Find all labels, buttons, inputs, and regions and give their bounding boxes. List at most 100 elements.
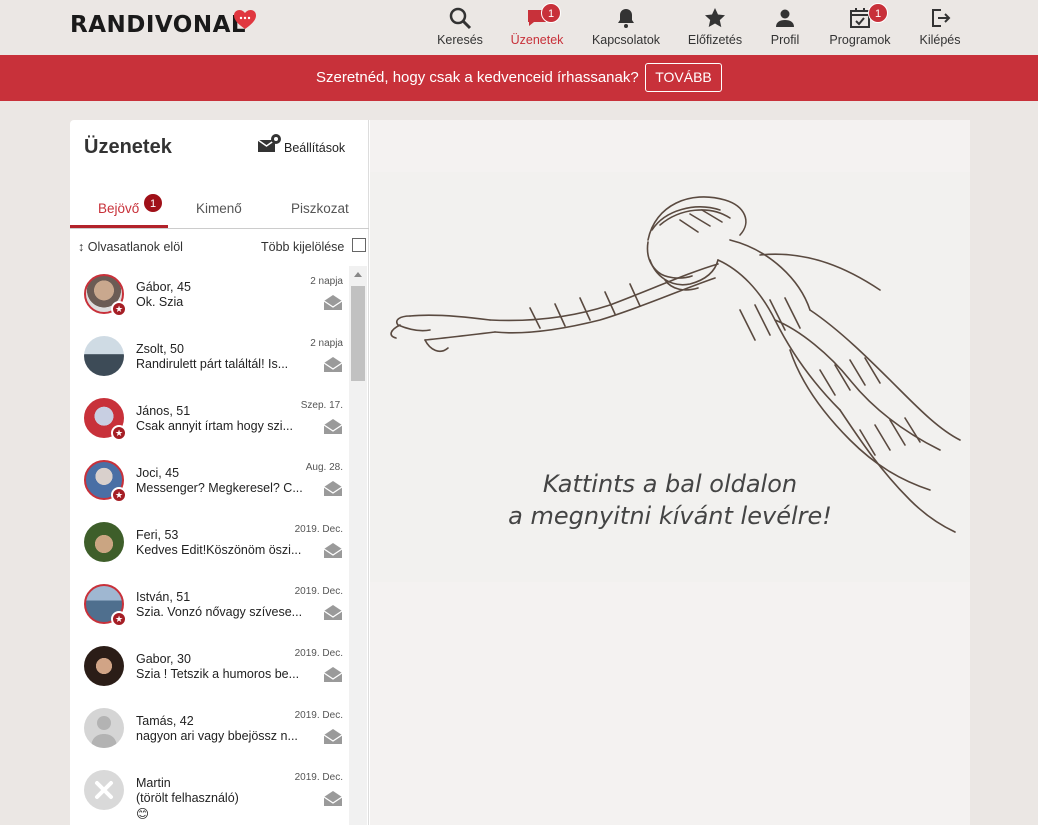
sender-name: Tamás, 42 xyxy=(136,714,194,728)
sender-name: János, 51 xyxy=(136,404,191,418)
list-item[interactable]: Tamás, 42 nagyon ari vagy bbejössz n... … xyxy=(70,700,348,762)
message-snippet: nagyon ari vagy bbejössz n... xyxy=(136,729,298,743)
avatar xyxy=(84,336,124,376)
programs-badge: 1 xyxy=(868,3,888,23)
message-date: Aug. 28. xyxy=(305,462,343,473)
message-snippet: Messenger? Megkeresel? C... xyxy=(136,481,303,495)
scroll-up-icon[interactable] xyxy=(354,272,362,277)
envelope-open-icon xyxy=(323,667,343,682)
envelope-open-icon xyxy=(323,357,343,372)
list-item[interactable]: Zsolt, 50 Randirulett párt találtál! Is.… xyxy=(70,328,348,390)
envelope-open-icon xyxy=(323,543,343,558)
bell-icon xyxy=(618,9,634,28)
premium-star-icon: ★ xyxy=(111,611,127,627)
promo-continue-button[interactable]: TOVÁBB xyxy=(645,63,722,92)
sort-arrows-icon: ↕ xyxy=(78,240,85,254)
deleted-user-icon xyxy=(95,781,113,799)
default-user-icon xyxy=(91,716,117,748)
empty-state-line1: Kattints a bal oldalon xyxy=(542,470,798,498)
list-item[interactable]: ★ Joci, 45 Messenger? Megkeresel? C... A… xyxy=(70,452,348,514)
tab-drafts[interactable]: Piszkozat xyxy=(291,201,349,216)
sender-name: Martin xyxy=(136,776,171,790)
promo-banner: Szeretnéd, hogy csak a kedvenceid írhass… xyxy=(0,55,1038,101)
sort-toggle[interactable]: ↕ Olvasatlanok elöl xyxy=(78,240,183,254)
envelope-open-icon xyxy=(323,605,343,620)
premium-star-icon: ★ xyxy=(111,301,127,317)
envelope-open-icon xyxy=(323,419,343,434)
search-icon xyxy=(449,7,472,30)
message-date: 2019. Dec. xyxy=(294,710,343,721)
nav-search[interactable]: Keresés xyxy=(433,0,487,55)
sender-name: Zsolt, 50 xyxy=(136,342,184,356)
message-snippet: Csak annyit írtam hogy szi... xyxy=(136,419,294,433)
nav-logout[interactable]: Kilépés xyxy=(915,0,965,55)
message-date: Szep. 17. xyxy=(300,400,343,411)
tab-inbox[interactable]: Bejövő xyxy=(98,201,139,216)
message-snippet: Ok. Szia xyxy=(136,295,184,309)
sender-name: Joci, 45 xyxy=(136,466,180,480)
avatar xyxy=(84,708,124,748)
envelope-open-icon xyxy=(323,729,343,744)
message-list: ★ Gábor, 45 Ok. Szia 2 napja Zsolt, 50 R… xyxy=(70,266,348,825)
heart-logo-icon xyxy=(234,10,256,29)
nav-label: Keresés xyxy=(437,33,483,47)
message-snippet: Szia ! Tetszik a humoros be... xyxy=(136,667,300,681)
message-snippet: Kedves Edit!Köszönöm öszi... xyxy=(136,543,302,557)
avatar xyxy=(84,646,124,686)
nav-label: Kapcsolatok xyxy=(591,33,661,47)
active-tab-indicator xyxy=(70,225,168,228)
nav-contacts[interactable]: Kapcsolatok xyxy=(588,0,664,55)
list-item[interactable]: ★ Gábor, 45 Ok. Szia 2 napja xyxy=(70,266,348,328)
top-bar: RANDIVONAL Keresés 1 Üzenetek Kapcsolato… xyxy=(0,0,1038,55)
star-icon xyxy=(705,8,725,28)
nav-programs[interactable]: 1 Programok xyxy=(826,0,894,55)
list-scrollbar[interactable] xyxy=(349,266,367,825)
premium-star-icon: ★ xyxy=(111,487,127,503)
envelope-open-icon xyxy=(323,481,343,496)
nav-label: Profil xyxy=(770,33,800,47)
list-item[interactable]: Gabor, 30 Szia ! Tetszik a humoros be...… xyxy=(70,638,348,700)
nav-label: Programok xyxy=(829,33,891,47)
sender-name: Gábor, 45 xyxy=(136,280,191,294)
message-date: 2019. Dec. xyxy=(294,524,343,535)
user-icon xyxy=(776,9,794,27)
nav-messages[interactable]: 1 Üzenetek xyxy=(505,0,569,55)
list-item[interactable]: Feri, 53 Kedves Edit!Köszönöm öszi... 20… xyxy=(70,514,348,576)
logout-icon xyxy=(932,9,951,27)
list-item[interactable]: ★ János, 51 Csak annyit írtam hogy szi..… xyxy=(70,390,348,452)
empty-state: Kattints a bal oldalon a megnyitni kíván… xyxy=(370,172,970,582)
tab-outbox[interactable]: Kimenő xyxy=(196,201,242,216)
list-item[interactable]: ★ István, 51 Szia. Vonzó nővagy szívese.… xyxy=(70,576,348,638)
messages-panel: Üzenetek Beállítások Bejövő 1 Kimenő Pis… xyxy=(70,120,970,825)
multi-select-checkbox[interactable] xyxy=(352,238,366,252)
scrollbar-thumb[interactable] xyxy=(351,286,365,381)
list-controls: ↕ Olvasatlanok elöl Több kijelölése xyxy=(70,230,369,266)
message-list-pane: Üzenetek Beállítások Bejövő 1 Kimenő Pis… xyxy=(70,120,369,825)
sort-label: Olvasatlanok elöl xyxy=(87,240,183,254)
message-date: 2019. Dec. xyxy=(294,648,343,659)
logo[interactable]: RANDIVONAL xyxy=(70,12,246,38)
nav-label: Előfizetés xyxy=(687,33,743,47)
sender-name: István, 51 xyxy=(136,590,191,604)
message-snippet: (törölt felhasználó) xyxy=(136,791,239,805)
avatar xyxy=(84,522,124,562)
message-date: 2019. Dec. xyxy=(294,586,343,597)
messages-badge: 1 xyxy=(541,3,561,23)
list-item[interactable]: Martin (törölt felhasználó) 😊 2019. Dec. xyxy=(70,762,348,824)
mail-settings-icon xyxy=(257,134,281,152)
sender-name: Gabor, 30 xyxy=(136,652,191,666)
avatar xyxy=(84,770,124,810)
empty-state-line2: a megnyitni kívánt levélre! xyxy=(508,502,832,530)
message-view-pane: Kattints a bal oldalon a megnyitni kíván… xyxy=(370,120,970,825)
sender-name: Feri, 53 xyxy=(136,528,179,542)
nav-profile[interactable]: Profil xyxy=(765,0,805,55)
message-snippet: Randirulett párt találtál! Is... xyxy=(136,357,289,371)
nav-label: Üzenetek xyxy=(510,33,564,47)
promo-text: Szeretnéd, hogy csak a kedvenceid írhass… xyxy=(316,69,639,86)
envelope-open-icon xyxy=(323,791,343,806)
settings-label: Beállítások xyxy=(284,141,346,155)
message-date: 2019. Dec. xyxy=(294,772,343,783)
page-title: Üzenetek xyxy=(84,136,172,158)
envelope-open-icon xyxy=(323,295,343,310)
nav-subscription[interactable]: Előfizetés xyxy=(684,0,746,55)
